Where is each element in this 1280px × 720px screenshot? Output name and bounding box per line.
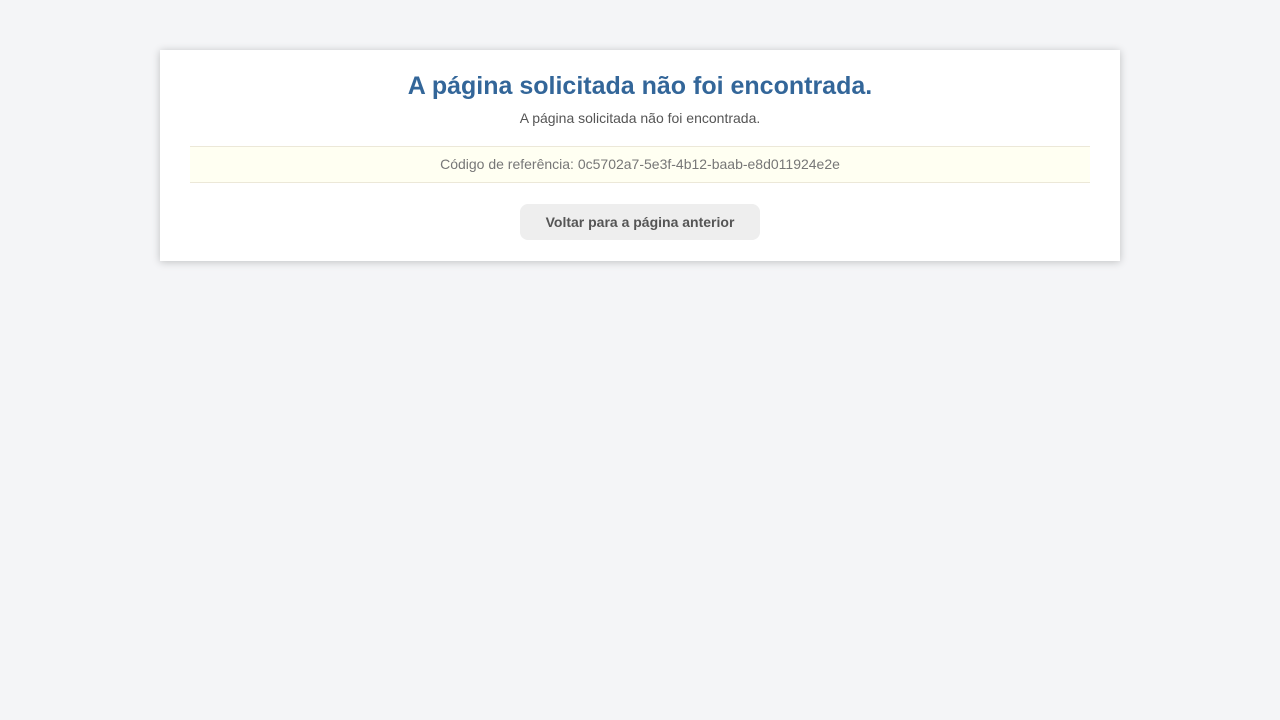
back-button[interactable]: Voltar para a página anterior	[520, 204, 760, 240]
reference-code: Código de referência: 0c5702a7-5e3f-4b12…	[190, 146, 1090, 183]
error-message: A página solicitada não foi encontrada.	[519, 110, 761, 126]
page-title: A página solicitada não foi encontrada.	[407, 72, 873, 100]
error-card: A página solicitada não foi encontrada. …	[160, 50, 1120, 261]
